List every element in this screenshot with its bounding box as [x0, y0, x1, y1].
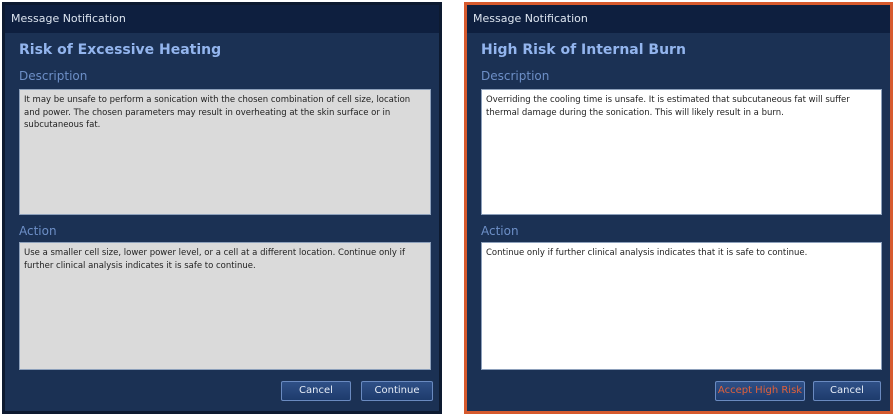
excessive-heating-dialog: Message Notification Risk of Excessive H… — [2, 2, 442, 414]
action-label: Action — [19, 224, 57, 238]
dialog-title-bar: Message Notification — [467, 5, 890, 33]
accept-high-risk-button[interactable]: Accept High Risk — [715, 381, 805, 401]
dialog-heading: Risk of Excessive Heating — [19, 42, 222, 58]
description-label: Description — [481, 69, 550, 83]
description-label: Description — [19, 69, 88, 83]
description-text-box: It may be unsafe to perform a sonication… — [19, 89, 431, 215]
action-label: Action — [481, 224, 519, 238]
dialog-title-bar: Message Notification — [5, 5, 439, 33]
cancel-button[interactable]: Cancel — [813, 381, 881, 401]
action-text-box: Use a smaller cell size, lower power lev… — [19, 242, 431, 370]
internal-burn-dialog: Message Notification High Risk of Intern… — [464, 2, 893, 414]
continue-button[interactable]: Continue — [361, 381, 433, 401]
description-text-box: Overriding the cooling time is unsafe. I… — [481, 89, 882, 215]
action-text-box: Continue only if further clinical analys… — [481, 242, 882, 370]
dialog-heading: High Risk of Internal Burn — [481, 42, 686, 58]
cancel-button[interactable]: Cancel — [281, 381, 351, 401]
